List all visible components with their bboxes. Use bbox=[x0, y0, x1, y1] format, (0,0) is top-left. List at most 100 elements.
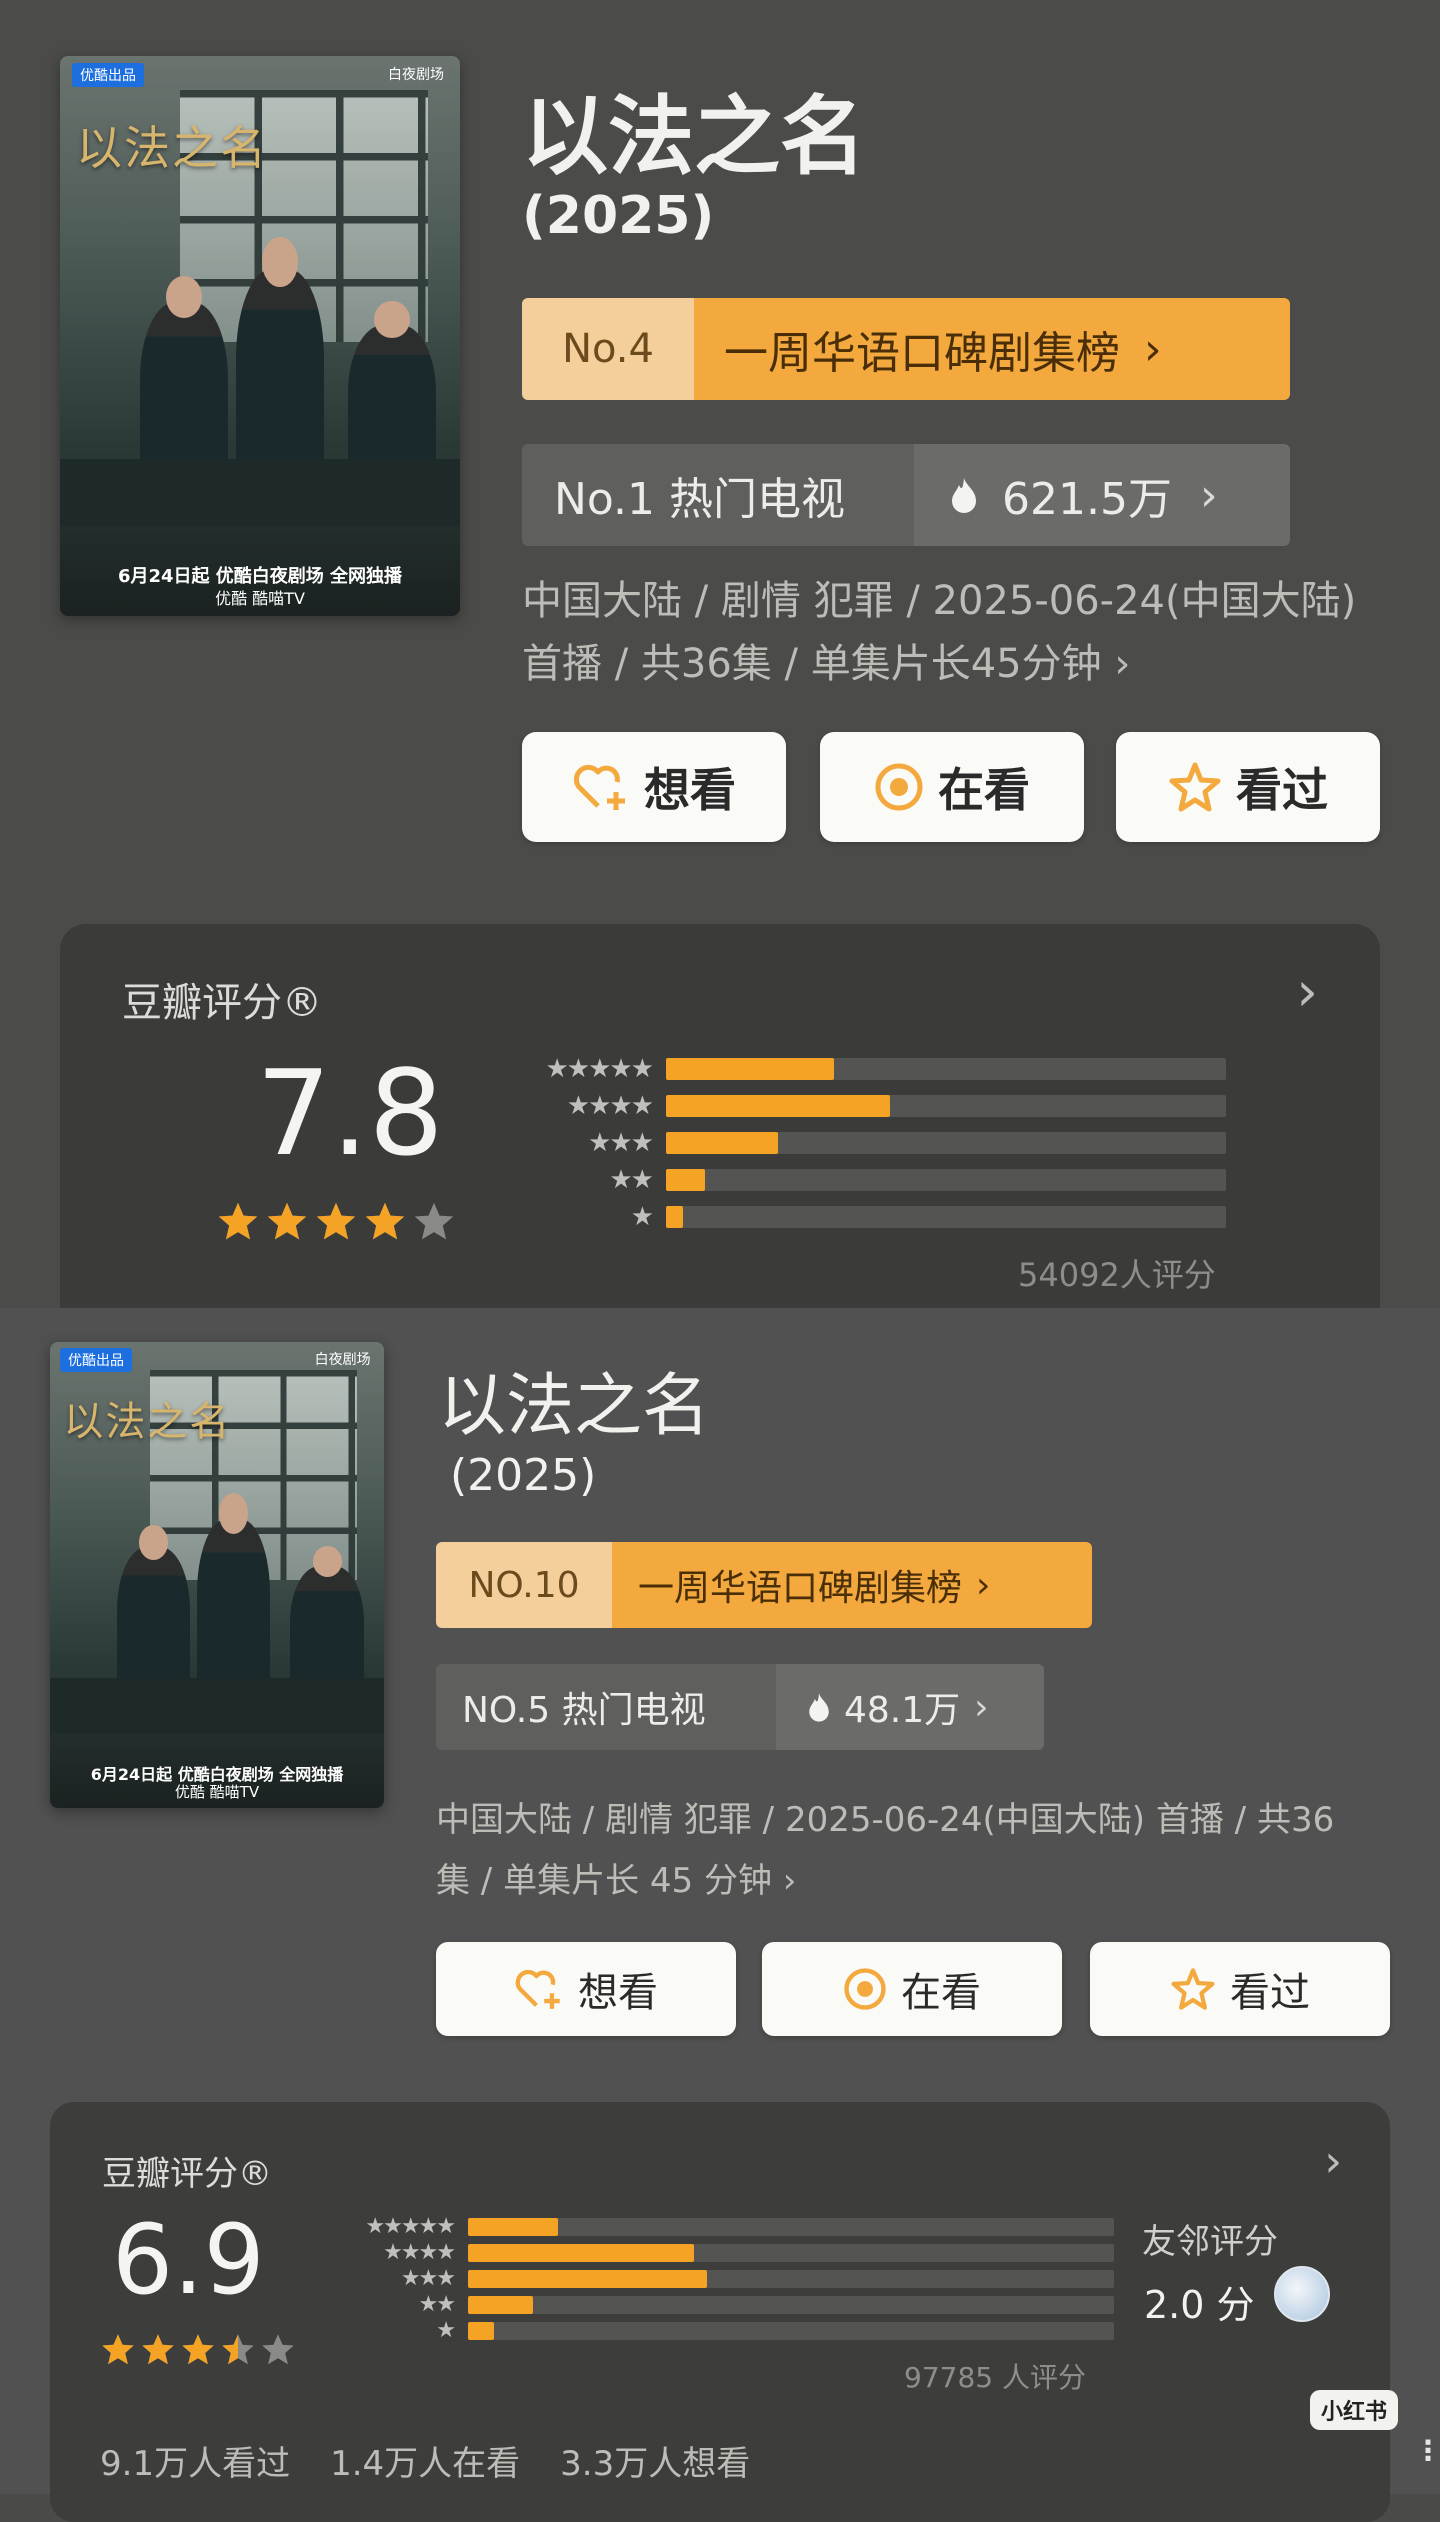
mini-stars-icon: ★ bbox=[436, 2318, 456, 2343]
rating-bar-fill bbox=[468, 2269, 708, 2288]
rating-bar-fill bbox=[666, 1206, 683, 1228]
hot-tv-heat: 48.1万 › bbox=[776, 1664, 1044, 1750]
want-count: 3.3万人想看 bbox=[560, 2444, 751, 2484]
rating-bar-fill bbox=[468, 2295, 533, 2314]
rating-star-icon bbox=[102, 2334, 134, 2365]
rating-bar-row: ★ bbox=[306, 2318, 1114, 2343]
mini-stars-icon: ★★★ bbox=[400, 2266, 456, 2291]
chevron-right-icon: › bbox=[1199, 469, 1218, 521]
mini-stars-icon: ★ bbox=[630, 1202, 654, 1232]
friend-avatar[interactable] bbox=[1274, 2266, 1330, 2322]
chevron-right-icon: › bbox=[974, 1686, 989, 1728]
poster-desk bbox=[50, 1677, 384, 1734]
rating-count: 54092人评分 bbox=[1018, 1256, 1216, 1294]
rating-bar-track bbox=[666, 1058, 1226, 1080]
want-label: 想看 bbox=[578, 1970, 658, 2016]
heat-value: 48.1万 bbox=[844, 1690, 961, 1731]
rating-bar-row: ★★★★★ bbox=[306, 2214, 1114, 2239]
mini-stars-icon: ★★★★★ bbox=[545, 1054, 654, 1084]
xiaohongshu-watermark: 小红书 bbox=[1310, 2390, 1398, 2430]
rating-bar-fill bbox=[468, 2243, 695, 2262]
mini-stars-icon: ★★★★ bbox=[566, 1091, 654, 1121]
rating-bar-row: ★★ bbox=[506, 1165, 1226, 1195]
rating-bar-row: ★★ bbox=[306, 2292, 1114, 2317]
mini-stars-icon: ★★★ bbox=[588, 1128, 654, 1158]
watching-count: 1.4万人在看 bbox=[330, 2444, 521, 2484]
show-meta-info[interactable]: 中国大陆 / 剧情 犯罪 / 2025-06-24(中国大陆) 首播 / 共36… bbox=[436, 1790, 1356, 1912]
rating-star-icon bbox=[267, 1202, 307, 1240]
poster-image[interactable]: 优酷出品 白夜剧场 以法之名 6月24日起 优酷白夜剧场 全网独播 优酷 酷喵T… bbox=[50, 1342, 384, 1808]
poster-title-art: 以法之名 bbox=[76, 121, 268, 175]
want-label: 想看 bbox=[644, 763, 736, 817]
target-icon bbox=[875, 763, 923, 811]
rating-bar-track bbox=[468, 2295, 1114, 2314]
heart-plus-icon bbox=[515, 1969, 560, 2009]
mini-stars-icon: ★★★★ bbox=[383, 2240, 456, 2265]
poster-platforms: 优酷 酷喵TV bbox=[215, 589, 305, 609]
hot-tv-banner[interactable]: No.1 热门电视 621.5万 › bbox=[522, 444, 1290, 546]
douban-score-card[interactable]: 豆瓣评分® › 7.8 ★★★★★ ★★★★ ★★★ ★★ ★ 54092人评分 bbox=[60, 924, 1380, 1344]
friends-score-value: 2.0 分 bbox=[1144, 2283, 1255, 2327]
poster-release-line: 6月24日起 优酷白夜剧场 全网独播 bbox=[117, 566, 403, 587]
rating-bar-row: ★★★ bbox=[506, 1128, 1226, 1158]
mini-stars-icon: ★★ bbox=[418, 2292, 456, 2317]
rating-bar-fill bbox=[666, 1132, 778, 1154]
rating-bar-track bbox=[468, 2269, 1114, 2288]
rating-count: 97785 人评分 bbox=[904, 2361, 1086, 2394]
rating-bar-track bbox=[468, 2243, 1114, 2262]
poster-desk bbox=[60, 459, 460, 527]
poster-image[interactable]: 优酷出品 白夜剧场 以法之名 6月24日起 优酷白夜剧场 全网独播 优酷 酷喵T… bbox=[60, 56, 460, 616]
want-to-watch-button[interactable]: 想看 bbox=[522, 732, 786, 842]
star-outline-icon bbox=[1169, 762, 1221, 812]
chevron-right-icon[interactable]: › bbox=[1296, 960, 1318, 1023]
more-menu-icon[interactable]: ⋮ bbox=[1414, 2437, 1440, 2465]
page-title: 以法之名 bbox=[438, 1367, 711, 1446]
rating-bar-track bbox=[666, 1095, 1226, 1117]
watched-button[interactable]: 看过 bbox=[1090, 1942, 1390, 2036]
watching-button[interactable]: 在看 bbox=[762, 1942, 1062, 2036]
poster-platforms: 优酷 酷喵TV bbox=[174, 1783, 260, 1802]
bottom-screenshot-panel: 优酷出品 白夜剧场 以法之名 6月24日起 优酷白夜剧场 全网独播 优酷 酷喵T… bbox=[0, 1308, 1440, 2522]
want-to-watch-button[interactable]: 想看 bbox=[436, 1942, 736, 2036]
rank-list-label: 一周华语口碑剧集榜 bbox=[724, 328, 1120, 379]
rating-bar-fill bbox=[666, 1169, 706, 1191]
rating-star-icon bbox=[316, 1202, 356, 1240]
weekly-rank-banner[interactable]: No.4 一周华语口碑剧集榜 › bbox=[522, 298, 1290, 400]
heat-value: 621.5万 bbox=[1002, 474, 1172, 525]
chevron-right-icon[interactable]: › bbox=[1324, 2136, 1342, 2187]
rating-bar-track bbox=[666, 1169, 1226, 1191]
poster-title-art: 以法之名 bbox=[63, 1398, 232, 1445]
watching-label: 在看 bbox=[901, 1970, 981, 2016]
watched-button[interactable]: 看过 bbox=[1116, 732, 1380, 842]
star-outline-icon bbox=[1171, 1968, 1215, 2010]
douban-score-value: 6.9 bbox=[112, 2204, 265, 2316]
heart-plus-icon bbox=[573, 764, 625, 810]
show-meta-info[interactable]: 中国大陆 / 剧情 犯罪 / 2025-06-24(中国大陆)首播 / 共36集… bbox=[522, 570, 1372, 696]
rating-bar-fill bbox=[468, 2321, 494, 2340]
top-screenshot-panel: 优酷出品 白夜剧场 以法之名 6月24日起 优酷白夜剧场 全网独播 优酷 酷喵T… bbox=[0, 0, 1440, 1344]
page-title: 以法之名 bbox=[522, 87, 866, 187]
rank-number: NO.10 bbox=[436, 1542, 612, 1628]
rating-star-icon bbox=[222, 2334, 254, 2365]
release-year: (2025) bbox=[522, 186, 715, 246]
rating-star-icon bbox=[262, 2334, 294, 2365]
chevron-right-icon: › bbox=[976, 1564, 991, 1606]
chevron-right-icon: › bbox=[1144, 323, 1162, 375]
release-year: (2025) bbox=[450, 1450, 597, 1501]
poster-brand: 白夜剧场 bbox=[314, 1351, 371, 1368]
watched-label: 看过 bbox=[1236, 763, 1328, 817]
douban-score-card[interactable]: 豆瓣评分® › 6.9 ★★★★★ ★★★★ ★★★ ★★ ★ 97785 人评分 友邻… bbox=[50, 2102, 1390, 2522]
rating-bar-fill bbox=[666, 1095, 890, 1117]
weekly-rank-banner[interactable]: NO.10 一周华语口碑剧集榜 › bbox=[436, 1542, 1092, 1628]
watching-button[interactable]: 在看 bbox=[820, 732, 1084, 842]
rating-bar-row: ★★★★ bbox=[506, 1091, 1226, 1121]
rating-bar-fill bbox=[666, 1058, 834, 1080]
poster-brand: 白夜剧场 bbox=[388, 67, 444, 84]
friends-score-label: 友邻评分 bbox=[1142, 2222, 1278, 2262]
rank-list-name: 一周华语口碑剧集榜 › bbox=[612, 1542, 1092, 1628]
rating-bar-track bbox=[468, 2321, 1114, 2340]
rating-star-icon bbox=[365, 1202, 405, 1240]
rating-star-icon bbox=[218, 1202, 258, 1240]
rating-star-icon bbox=[182, 2334, 214, 2365]
hot-tv-banner[interactable]: NO.5 热门电视 48.1万 › bbox=[436, 1664, 1044, 1750]
